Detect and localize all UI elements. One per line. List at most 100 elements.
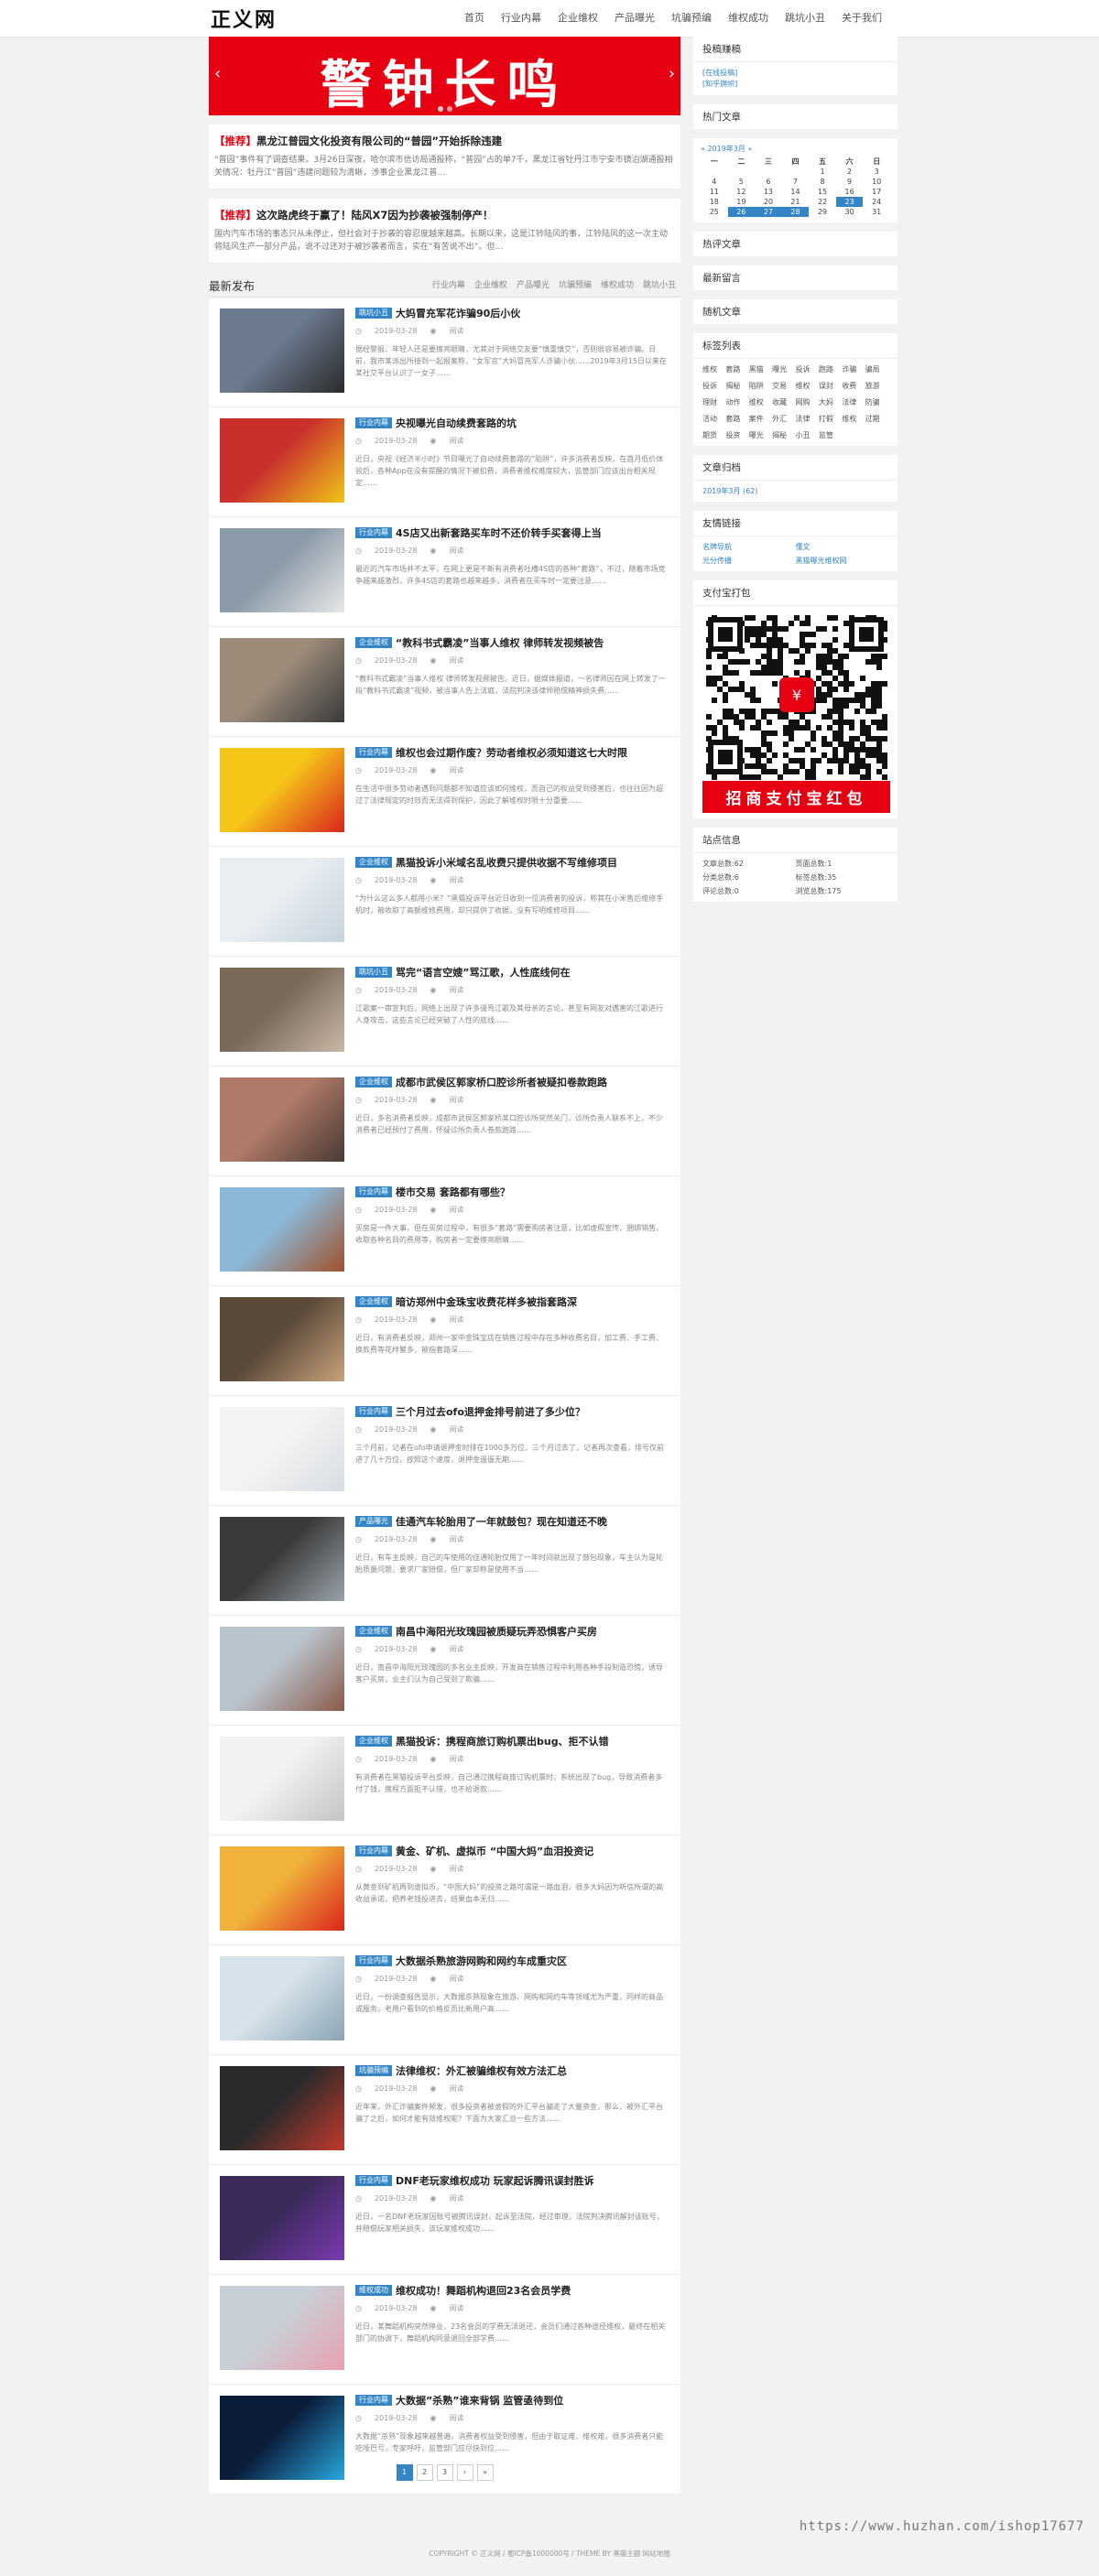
calendar-day[interactable]: 30 (836, 207, 864, 217)
tag-link[interactable]: 过期 (865, 414, 888, 424)
article-thumbnail[interactable] (220, 2286, 344, 2370)
article-thumbnail[interactable] (220, 1627, 344, 1711)
tag-link[interactable]: 活动 (702, 414, 725, 424)
article-thumbnail[interactable] (220, 2066, 344, 2150)
nav-item[interactable]: 坑骗预编 (663, 0, 720, 37)
article-thumbnail[interactable] (220, 1956, 344, 2040)
nav-item[interactable]: 首页 (456, 0, 493, 37)
article-title[interactable]: 维权成功！舞蹈机构退回23名会员学费 (396, 2283, 571, 2298)
calendar-day[interactable]: 27 (755, 207, 782, 217)
tag-link[interactable]: 法律 (842, 397, 865, 407)
article-title[interactable]: 黑猫投诉小米域名乱收费只提供收据不写维修项目 (396, 855, 617, 870)
list-item[interactable]: 跳坑小丑 大妈冒充军花诈骗90后小伙 ◷ 2019-03-28 ◉ 阅读 据经警报、年轻人还… (209, 298, 680, 407)
article-title[interactable]: 4S店又出新套路买车时不还价转手买套得上当 (396, 525, 602, 540)
list-item[interactable]: 企业维权 黑猫投诉：携程商旅订购机票出bug、拒不认错 ◷ 2019-03-28 ◉ 阅读… (209, 1726, 680, 1835)
article-title[interactable]: 央视曝光自动续费套路的坑 (396, 416, 517, 430)
article-title[interactable]: 大数据杀熟旅游网购和网约车成重灾区 (396, 1954, 567, 1968)
featured-post[interactable]: 【推荐】黑龙江普园文化投资有限公司的“普园”开始拆除违建 “普园”事件有了调查结… (209, 124, 680, 189)
calendar-day[interactable]: 23 (835, 197, 864, 207)
tab-category[interactable]: 企业维权 (470, 278, 512, 290)
tag-link[interactable]: 曝光 (772, 364, 795, 374)
slider-dot[interactable] (446, 106, 452, 112)
calendar-day[interactable]: 1 (809, 167, 836, 177)
tag-link[interactable]: 陷阱 (749, 381, 772, 391)
tag-link[interactable]: 维权 (842, 414, 865, 424)
calendar-day[interactable]: 31 (863, 207, 890, 217)
article-title[interactable]: 暗访郑州中金珠宝收费花样多被指套路深 (396, 1294, 577, 1309)
list-item[interactable]: 维权成功 维权成功！舞蹈机构退回23名会员学费 ◷ 2019-03-28 ◉ 阅读 近日，某… (209, 2275, 680, 2385)
article-title[interactable]: 佳通汽车轮胎用了一年就鼓包？现在知道还不晚 (396, 1514, 607, 1529)
friend-link[interactable]: 光分传播 (702, 556, 796, 566)
article-title[interactable]: 南昌中海阳光玫瑰园被质疑玩弄恐惧客户买房 (396, 1624, 597, 1639)
tag-link[interactable]: 维权 (702, 364, 725, 374)
category-badge[interactable]: 跳坑小丑 (355, 967, 392, 978)
category-badge[interactable]: 维权成功 (355, 2285, 392, 2296)
tag-link[interactable]: 黑猫 (749, 364, 772, 374)
category-badge[interactable]: 坑骗预编 (355, 2065, 392, 2076)
tag-link[interactable]: 交易 (772, 381, 795, 391)
calendar-day[interactable]: 19 (728, 197, 756, 207)
article-title[interactable]: 维权也会过期作废？劳动者维权必须知道这七大时限 (396, 745, 627, 760)
archive-link[interactable]: 2019年3月 (62) (693, 481, 898, 502)
friend-link[interactable]: 名牌导航 (702, 542, 796, 552)
tag-link[interactable]: 外汇 (772, 414, 795, 424)
list-item[interactable]: 企业维权 成都市武侯区郭家桥口腔诊所者被疑扣卷款跑路 ◷ 2019-03-28 ◉ 阅读近… (209, 1066, 680, 1176)
calendar-day[interactable]: 7 (782, 177, 810, 187)
last-page-link[interactable]: » (476, 2464, 494, 2481)
friend-link[interactable]: 黑猫曝光维权网 (796, 556, 889, 566)
nav-item[interactable]: 关于我们 (833, 0, 890, 37)
page-link[interactable]: 1 (396, 2464, 413, 2481)
article-title[interactable]: 法律维权：外汇被骗维权有效方法汇总 (396, 2063, 567, 2078)
nav-item[interactable]: 维权成功 (720, 0, 777, 37)
list-item[interactable]: 坑骗预编 法律维权：外汇被骗维权有效方法汇总 ◷ 2019-03-28 ◉ 阅读 近年来，外… (209, 2055, 680, 2165)
calendar-day[interactable]: 10 (863, 177, 890, 187)
tag-link[interactable]: 收藏 (772, 397, 795, 407)
calendar-day[interactable]: 5 (728, 177, 756, 187)
tag-link[interactable]: 套路 (725, 364, 748, 374)
calendar-day[interactable]: 28 (781, 207, 810, 217)
article-title[interactable]: 楼市交易 套路都有哪些？ (396, 1185, 510, 1199)
calendar-day[interactable]: 9 (836, 177, 864, 187)
tag-link[interactable]: 投资 (725, 430, 748, 440)
site-logo[interactable]: 正义网 (211, 4, 277, 33)
nav-item[interactable]: 跳坑小丑 (777, 0, 833, 37)
tag-link[interactable]: 网购 (796, 397, 819, 407)
list-item[interactable]: 行业内幕 维权也会过期作废？劳动者维权必须知道这七大时限 ◷ 2019-03-28 ◉ 阅… (209, 737, 680, 847)
tab-category[interactable]: 坑骗预编 (554, 278, 596, 290)
calendar-day[interactable]: 13 (755, 187, 782, 197)
tag-link[interactable]: 防骗 (865, 397, 888, 407)
category-badge[interactable]: 行业内幕 (355, 417, 392, 428)
article-thumbnail[interactable] (220, 1077, 344, 1162)
article-title[interactable]: “教科书式霸凌”当事人维权 律师转发视频被告 (396, 635, 604, 650)
tag-link[interactable]: 监管 (819, 430, 842, 440)
chevron-right-icon[interactable]: › (669, 64, 675, 83)
category-badge[interactable]: 跳坑小丑 (355, 308, 392, 319)
tag-link[interactable]: 揭秘 (772, 430, 795, 440)
tag-link[interactable]: 曝光 (749, 430, 772, 440)
calendar-day[interactable]: 24 (863, 197, 890, 207)
calendar-day[interactable]: 14 (782, 187, 810, 197)
article-thumbnail[interactable] (220, 1737, 344, 1821)
calendar-day[interactable]: 3 (863, 167, 890, 177)
calendar-day[interactable]: 8 (809, 177, 836, 187)
tag-link[interactable]: 揭秘 (725, 381, 748, 391)
category-badge[interactable]: 产品曝光 (355, 1516, 392, 1527)
tag-link[interactable]: 案件 (749, 414, 772, 424)
category-badge[interactable]: 行业内幕 (355, 527, 392, 538)
article-thumbnail[interactable] (220, 1407, 344, 1491)
calendar-day[interactable]: 2 (836, 167, 864, 177)
tag-link[interactable]: 收费 (842, 381, 865, 391)
article-thumbnail[interactable] (220, 418, 344, 503)
list-item[interactable]: 企业维权 南昌中海阳光玫瑰园被质疑玩弄恐惧客户买房 ◷ 2019-03-28 ◉ 阅读 近日… (209, 1616, 680, 1726)
category-badge[interactable]: 行业内幕 (355, 747, 392, 758)
tab-category[interactable]: 行业内幕 (428, 278, 470, 290)
tag-link[interactable]: 骗局 (865, 364, 888, 374)
article-title[interactable]: 黑猫投诉：携程商旅订购机票出bug、拒不认错 (396, 1734, 609, 1748)
article-thumbnail[interactable] (220, 1517, 344, 1601)
calendar-day[interactable]: 20 (755, 197, 782, 207)
calendar-day[interactable]: 25 (701, 207, 728, 217)
list-item[interactable]: 企业维权 暗访郑州中金珠宝收费花样多被指套路深 ◷ 2019-03-28 ◉ 阅读 近日，有… (209, 1286, 680, 1396)
calendar-day[interactable]: 18 (701, 197, 728, 207)
category-badge[interactable]: 行业内幕 (355, 2175, 392, 2186)
list-item[interactable]: 企业维权 黑猫投诉小米域名乱收费只提供收据不写维修项目 ◷ 2019-03-28 ◉ 阅读… (209, 847, 680, 957)
